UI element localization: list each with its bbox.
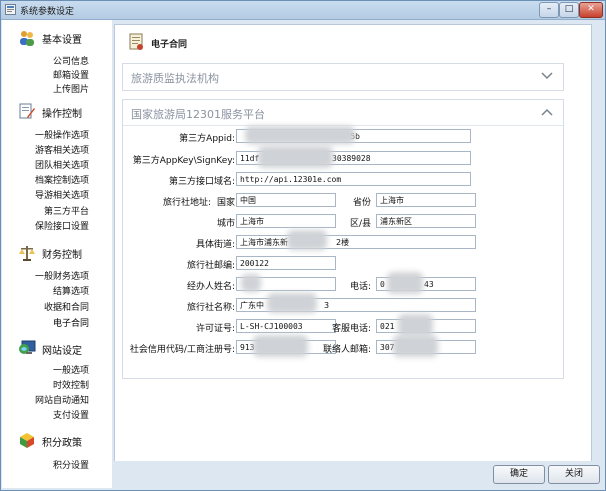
redaction-blur xyxy=(258,146,333,168)
sidebar-item-points-setting[interactable]: 积分设置 xyxy=(53,458,89,471)
contact-email-label: 联络人邮箱: xyxy=(322,345,371,355)
gift-box-icon xyxy=(20,433,34,448)
sidebar-item-auto-notify[interactable]: 网站自动通知 xyxy=(35,393,89,406)
redaction-blur xyxy=(253,335,308,357)
sidebar-item-settlement[interactable]: 结算选项 xyxy=(53,284,89,297)
section-title-operation[interactable]: 操作控制 xyxy=(42,105,82,120)
sidebar-item-payment[interactable]: 支付设置 xyxy=(53,408,89,421)
appkey-label: 第三方AppKey\SignKey: xyxy=(132,156,235,166)
sidebar-item-general-operation[interactable]: 一般操作选项 xyxy=(35,128,89,141)
section-title-points[interactable]: 积分政策 xyxy=(42,434,82,449)
sidebar: 基本设置 公司信息 邮箱设置 上传图片 操作控制 一般操作选项 游客相关选项 团… xyxy=(2,20,112,488)
panel-12301-platform: 国家旅游局12301服务平台 第三方Appid: 5b 第三方AppKey\Si… xyxy=(122,99,564,379)
close-button[interactable]: 关闭 xyxy=(548,465,600,484)
province-label: 省份 xyxy=(352,198,371,208)
sidebar-item-general[interactable]: 一般选项 xyxy=(53,363,89,376)
close-window-button[interactable]: ✕ xyxy=(579,2,603,18)
redaction-blur xyxy=(393,335,438,357)
credit-code-label: 社会信用代码/工商注册号: xyxy=(129,345,235,355)
sidebar-item-mailbox[interactable]: 邮箱设置 xyxy=(53,68,89,81)
redaction-blur xyxy=(241,274,261,292)
service-phone-label: 客服电话: xyxy=(331,324,371,334)
postcode-input[interactable]: 200122 xyxy=(236,256,336,270)
section-title-finance[interactable]: 财务控制 xyxy=(42,246,82,261)
sidebar-item-e-contract[interactable]: 电子合同 xyxy=(53,316,89,329)
sidebar-item-receipt-contract[interactable]: 收据和合同 xyxy=(44,300,89,313)
maximize-button[interactable]: □ xyxy=(559,2,579,18)
panel-quality-supervision[interactable]: 旅游质监执法机构 xyxy=(122,63,564,91)
redaction-blur xyxy=(267,293,317,313)
minimize-button[interactable]: – xyxy=(539,2,559,18)
settings-window: 系统参数设定 – □ ✕ 基本设置 公司信息 邮箱设置 上传图片 操作控制 一般… xyxy=(0,0,606,491)
app-icon xyxy=(5,4,16,15)
city-label: 城市 xyxy=(216,219,235,229)
sidebar-item-archive[interactable]: 档案控制选项 xyxy=(35,173,89,186)
panel-title-12301-platform[interactable]: 国家旅游局12301服务平台 xyxy=(131,106,265,122)
postcode-label: 旅行社邮编: xyxy=(186,261,235,271)
sidebar-item-insurance[interactable]: 保险接口设置 xyxy=(35,219,89,232)
users-icon xyxy=(20,31,34,46)
country-label: 国家 xyxy=(216,198,235,208)
panel-title-quality-supervision: 旅游质监执法机构 xyxy=(131,72,219,85)
window-title: 系统参数设定 xyxy=(20,7,75,17)
sidebar-item-team[interactable]: 团队相关选项 xyxy=(35,158,89,171)
agent-name-label: 经办人姓名: xyxy=(186,282,235,292)
main-panel: 电子合同 旅游质监执法机构 国家旅游局12301服务平台 第三方Appid: 5… xyxy=(114,24,592,463)
redaction-blur xyxy=(287,230,327,250)
province-input[interactable]: 上海市 xyxy=(376,193,476,207)
redaction-blur xyxy=(245,126,355,144)
document-edit-icon xyxy=(19,103,35,119)
phone-label: 电话: xyxy=(349,282,371,292)
chevron-down-icon[interactable] xyxy=(541,72,553,80)
section-title-basic[interactable]: 基本设置 xyxy=(42,31,82,46)
district-input[interactable]: 浦东新区 xyxy=(376,214,476,228)
street-label: 具体街道: xyxy=(195,240,235,250)
globe-monitor-icon xyxy=(19,340,36,354)
address-label: 旅行社地址: xyxy=(162,198,211,208)
sidebar-item-timeliness[interactable]: 时效控制 xyxy=(53,378,89,391)
license-label: 许可证号: xyxy=(195,324,235,334)
sidebar-item-general-finance[interactable]: 一般财务选项 xyxy=(35,269,89,282)
scales-icon xyxy=(19,246,35,261)
sidebar-item-upload-image[interactable]: 上传图片 xyxy=(53,82,89,95)
sidebar-item-guide[interactable]: 导游相关选项 xyxy=(35,188,89,201)
ok-button[interactable]: 确定 xyxy=(493,465,545,484)
country-input[interactable]: 中国 xyxy=(236,193,336,207)
title-bar[interactable]: 系统参数设定 – □ ✕ xyxy=(1,1,605,20)
appid-label: 第三方Appid: xyxy=(179,134,235,144)
agency-name-label: 旅行社名称: xyxy=(186,303,235,313)
api-domain-label: 第三方接口域名: xyxy=(168,177,235,187)
api-domain-input[interactable]: http://api.12301e.com xyxy=(236,172,471,186)
sidebar-item-third-party[interactable]: 第三方平台 xyxy=(44,204,89,217)
page-title: 电子合同 xyxy=(151,40,188,50)
sidebar-item-company-info[interactable]: 公司信息 xyxy=(53,54,89,67)
chevron-up-icon[interactable] xyxy=(541,108,553,116)
sidebar-item-tourist[interactable]: 游客相关选项 xyxy=(35,143,89,156)
license-input[interactable]: L-SH-CJ100003 xyxy=(236,319,336,333)
district-label: 区/县 xyxy=(349,219,371,229)
street-input[interactable]: 上海市浦东新 2楼 xyxy=(236,235,476,249)
section-title-website[interactable]: 网站设定 xyxy=(42,342,82,357)
redaction-blur xyxy=(398,314,433,336)
redaction-blur xyxy=(387,272,423,294)
contract-icon xyxy=(129,33,143,50)
city-input[interactable]: 上海市 xyxy=(236,214,336,228)
